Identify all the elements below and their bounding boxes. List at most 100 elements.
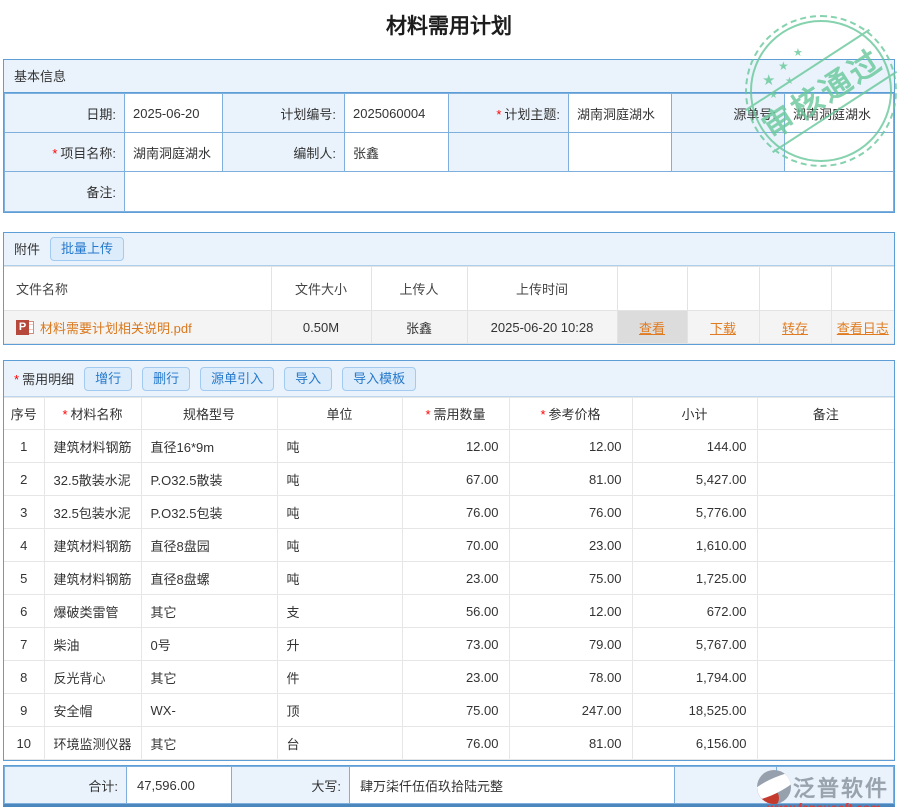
required-marker: * [52, 146, 57, 161]
cell-subtotal: 18,525.00 [632, 694, 757, 727]
source-no-value: 湖南洞庭湖水 [785, 94, 894, 133]
cell-spec: 其它 [141, 595, 277, 628]
col-file-size: 文件大小 [271, 267, 371, 311]
remark-label: 备注: [5, 172, 125, 212]
project-value: 湖南洞庭湖水 [125, 133, 223, 172]
transfer-link[interactable]: 转存 [782, 321, 808, 336]
cell-seq: 1 [4, 430, 44, 463]
cell-remark [757, 727, 894, 760]
cell-remark [757, 496, 894, 529]
view-log-link[interactable]: 查看日志 [837, 321, 889, 336]
creator-value: 张鑫 [345, 133, 449, 172]
required-marker: * [14, 372, 19, 387]
cell-seq: 9 [4, 694, 44, 727]
page-title: 材料需用计划 [0, 13, 898, 41]
cell-spec: 其它 [141, 661, 277, 694]
cell-subtotal: 1,725.00 [632, 562, 757, 595]
col-upload-time: 上传时间 [467, 267, 617, 311]
source-import-button[interactable]: 源单引入 [200, 367, 274, 391]
cell-spec: 0号 [141, 628, 277, 661]
transfer-action-cell: 转存 [759, 311, 831, 344]
detail-row: 332.5包装水泥P.O32.5包装吨76.0076.005,776.00 [4, 496, 894, 529]
cell-remark [757, 661, 894, 694]
cell-material-name: 爆破类雷管 [44, 595, 141, 628]
cell-quantity: 73.00 [402, 628, 509, 661]
empty-label-cell [672, 133, 785, 172]
cell-quantity: 75.00 [402, 694, 509, 727]
col-action [831, 267, 894, 311]
details-header-row: 序号 *材料名称 规格型号 单位 *需用数量 *参考价格 小计 备注 [4, 398, 894, 430]
empty-value-cell [785, 133, 894, 172]
subject-label: *计划主题: [449, 94, 569, 133]
detail-row: 7柴油0号升73.0079.005,767.00 [4, 628, 894, 661]
col-action [759, 267, 831, 311]
plan-no-value: 2025060004 [345, 94, 449, 133]
upload-time-cell: 2025-06-20 10:28 [467, 311, 617, 344]
cell-subtotal: 5,776.00 [632, 496, 757, 529]
cell-quantity: 67.00 [402, 463, 509, 496]
cell-seq: 6 [4, 595, 44, 628]
cell-unit: 吨 [277, 529, 402, 562]
view-log-action-cell: 查看日志 [831, 311, 894, 344]
details-section-title: *需用明细 [14, 369, 74, 388]
cell-unit: 件 [277, 661, 402, 694]
cell-unit: 吨 [277, 463, 402, 496]
detail-row: 232.5散装水泥P.O32.5散装吨67.0081.005,427.00 [4, 463, 894, 496]
add-row-button[interactable]: 增行 [84, 367, 132, 391]
file-name-cell: P 材料需要计划相关说明.pdf [4, 311, 271, 344]
batch-upload-button[interactable]: 批量上传 [50, 237, 124, 261]
cell-spec: WX- [141, 694, 277, 727]
delete-row-button[interactable]: 删行 [142, 367, 190, 391]
empty-value-cell [777, 767, 894, 804]
detail-row: 6爆破类雷管其它支56.0012.00672.00 [4, 595, 894, 628]
cell-subtotal: 1,794.00 [632, 661, 757, 694]
cell-subtotal: 5,767.00 [632, 628, 757, 661]
cell-remark [757, 595, 894, 628]
basic-info-row: 备注: [5, 172, 894, 212]
cell-seq: 3 [4, 496, 44, 529]
cell-price: 79.00 [509, 628, 632, 661]
cell-remark [757, 562, 894, 595]
file-size-cell: 0.50M [271, 311, 371, 344]
cell-material-name: 环境监测仪器 [44, 727, 141, 760]
cell-spec: 直径16*9m [141, 430, 277, 463]
summary-table: 合计: 47,596.00 大写: 肆万柒仟伍佰玖拾陆元整 [4, 766, 894, 804]
col-action [687, 267, 759, 311]
pdf-file-icon: P [16, 320, 34, 336]
cell-quantity: 76.00 [402, 727, 509, 760]
cell-seq: 5 [4, 562, 44, 595]
cell-spec: P.O32.5散装 [141, 463, 277, 496]
cell-subtotal: 6,156.00 [632, 727, 757, 760]
cell-material-name: 32.5包装水泥 [44, 496, 141, 529]
file-name-link[interactable]: 材料需要计划相关说明.pdf [40, 321, 192, 336]
view-action-cell: 查看 [617, 311, 687, 344]
import-template-button[interactable]: 导入模板 [342, 367, 416, 391]
subject-value: 湖南洞庭湖水 [569, 94, 672, 133]
cell-remark [757, 463, 894, 496]
col-uploader: 上传人 [371, 267, 467, 311]
detail-row: 9安全帽WX-顶75.00247.0018,525.00 [4, 694, 894, 727]
import-button[interactable]: 导入 [284, 367, 332, 391]
attachment-row: P材料需要计划相关说明.pdf 0.50M 张鑫 2025-06-20 10:2… [4, 311, 894, 344]
cell-material-name: 32.5散装水泥 [44, 463, 141, 496]
cell-unit: 吨 [277, 430, 402, 463]
col-quantity: *需用数量 [402, 398, 509, 430]
view-link[interactable]: 查看 [639, 321, 665, 336]
cell-seq: 10 [4, 727, 44, 760]
attachments-header-row: 文件名称 文件大小 上传人 上传时间 [4, 267, 894, 311]
cell-price: 76.00 [509, 496, 632, 529]
col-file-name: 文件名称 [4, 267, 271, 311]
col-price: *参考价格 [509, 398, 632, 430]
cell-quantity: 12.00 [402, 430, 509, 463]
attachments-table: 文件名称 文件大小 上传人 上传时间 P 材料需要计划相关说明.pdf 0.50M… [4, 266, 894, 344]
empty-label-cell [449, 133, 569, 172]
total-label: 合计: [5, 767, 127, 804]
caps-value: 肆万柒仟伍佰玖拾陆元整 [350, 767, 675, 804]
cell-material-name: 柴油 [44, 628, 141, 661]
date-label: 日期: [5, 94, 125, 133]
attachments-section-title: 附件 [14, 233, 40, 266]
detail-table-body: 1建筑材料钢筋直径16*9m吨12.0012.00144.00232.5散装水泥… [4, 430, 894, 760]
cell-seq: 2 [4, 463, 44, 496]
basic-info-table: 日期: 2025-06-20 计划编号: 2025060004 *计划主题: 湖… [4, 93, 894, 212]
download-link[interactable]: 下载 [710, 321, 736, 336]
